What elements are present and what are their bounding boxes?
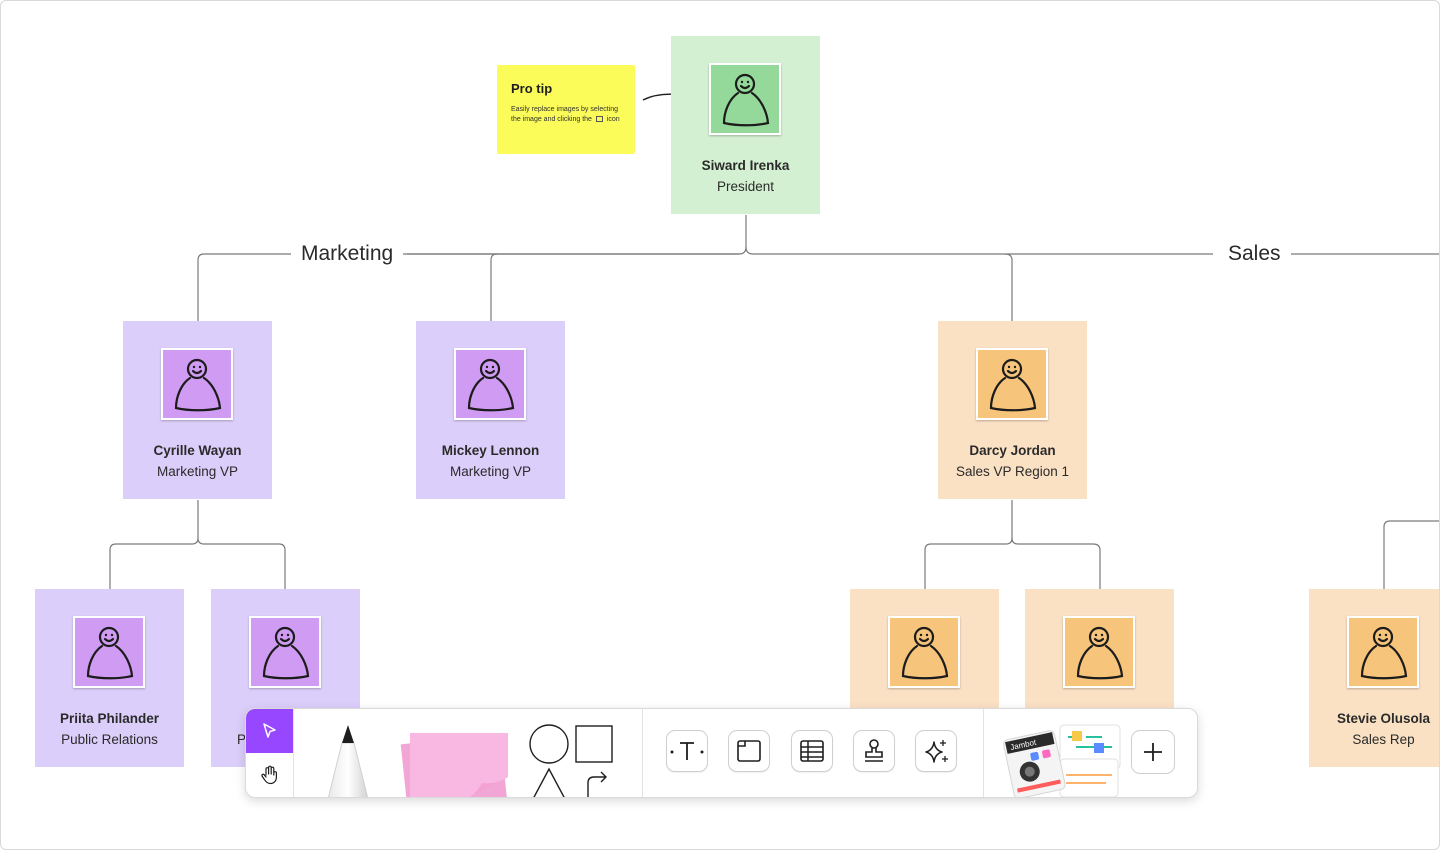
person-role: President <box>716 179 775 194</box>
avatar[interactable] <box>1063 616 1135 688</box>
sparkle-icon <box>925 740 948 763</box>
select-tool-button[interactable] <box>246 709 293 753</box>
person-icon <box>1076 626 1124 680</box>
more-tools-button[interactable] <box>1131 730 1175 774</box>
toolbar-divider <box>983 709 984 797</box>
org-card-mickey[interactable]: Mickey Lennon Marketing VP <box>416 321 565 499</box>
person-name: Siward Irenka <box>701 158 790 173</box>
org-card-cyrille[interactable]: Cyrille Wayan Marketing VP <box>123 321 272 499</box>
stamp-icon <box>865 739 883 762</box>
shape-tool-button[interactable] <box>528 723 618 798</box>
person-icon <box>262 626 310 680</box>
text-tool-button[interactable] <box>666 730 708 772</box>
avatar[interactable] <box>888 616 960 688</box>
section-tool-button[interactable] <box>728 730 770 772</box>
hand-tool-button[interactable] <box>246 753 293 797</box>
toolbar-divider <box>642 709 643 797</box>
org-card-president[interactable]: Siward Irenka President <box>671 36 820 214</box>
hand-icon <box>260 765 277 785</box>
person-role: Sales Rep <box>1352 732 1415 747</box>
plus-icon <box>1144 743 1162 761</box>
bottom-toolbar: Jambot <box>245 708 1198 798</box>
person-icon <box>174 358 222 412</box>
person-role: Marketing VP <box>156 464 239 479</box>
avatar[interactable] <box>1347 616 1419 688</box>
avatar[interactable] <box>709 63 781 135</box>
section-label-sales[interactable]: Sales <box>1218 241 1291 267</box>
table-icon <box>800 740 824 762</box>
table-tool-button[interactable] <box>791 730 833 772</box>
cursor-arrow-icon <box>262 723 276 738</box>
section-icon <box>737 740 761 762</box>
sticky-note-tool-button[interactable] <box>396 725 516 798</box>
avatar[interactable] <box>161 348 233 420</box>
person-icon <box>467 358 515 412</box>
person-icon <box>901 626 949 680</box>
pro-tip-sticky-note[interactable]: Pro tip Easily replace images by selecti… <box>497 65 635 154</box>
person-icon <box>989 358 1037 412</box>
image-icon <box>595 116 603 122</box>
section-label-marketing[interactable]: Marketing <box>291 241 404 267</box>
pro-tip-text-end: icon <box>606 116 620 123</box>
person-name: Stevie Olusola <box>1336 711 1431 726</box>
person-icon <box>86 626 134 680</box>
avatar[interactable] <box>249 616 321 688</box>
pen-tool-button[interactable] <box>320 723 376 798</box>
stamp-tool-button[interactable] <box>853 730 895 772</box>
org-card-priita[interactable]: Priita Philander Public Relations <box>35 589 184 767</box>
avatar[interactable] <box>976 348 1048 420</box>
pro-tip-title: Pro tip <box>511 81 553 96</box>
person-name: Cyrille Wayan <box>153 443 242 458</box>
person-icon <box>1360 626 1408 680</box>
person-name: Mickey Lennon <box>441 443 540 458</box>
text-icon <box>670 742 704 760</box>
person-role: Sales VP Region 1 <box>955 464 1070 479</box>
widgets-tool-button[interactable]: Jambot <box>1002 723 1122 797</box>
person-icon <box>722 73 770 127</box>
avatar[interactable] <box>73 616 145 688</box>
person-name: Priita Philander <box>59 711 160 726</box>
avatar[interactable] <box>454 348 526 420</box>
person-name: Darcy Jordan <box>969 443 1056 458</box>
ai-tool-button[interactable] <box>915 730 957 772</box>
pro-tip-body: Easily replace images by selecting the i… <box>511 105 621 125</box>
person-role: Marketing VP <box>449 464 532 479</box>
org-card-stevie[interactable]: Stevie Olusola Sales Rep <box>1309 589 1439 767</box>
cursor-tools <box>246 709 294 797</box>
figjam-canvas[interactable]: Marketing Sales Pro tip Easily replace i… <box>0 0 1440 850</box>
org-card-darcy[interactable]: Darcy Jordan Sales VP Region 1 <box>938 321 1087 499</box>
person-role: Public Relations <box>61 732 158 747</box>
